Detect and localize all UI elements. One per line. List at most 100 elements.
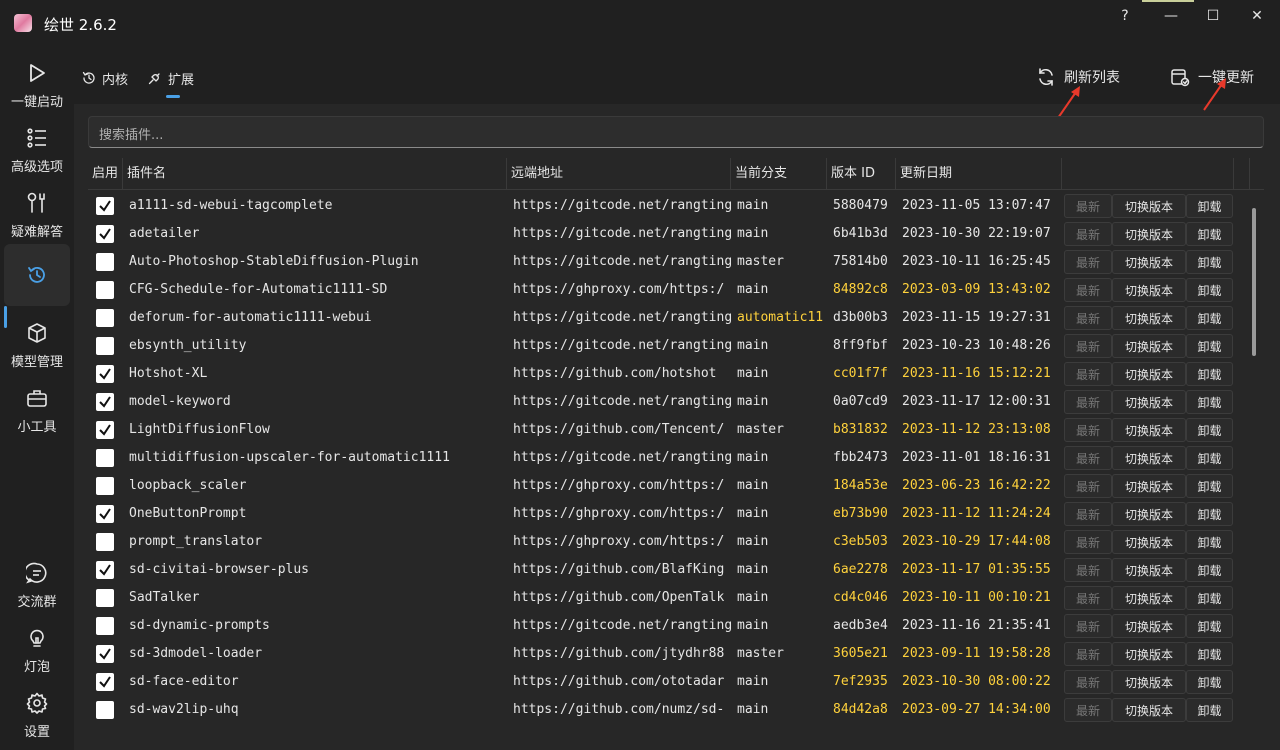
switch-version-button[interactable]: 切换版本: [1112, 502, 1186, 526]
search-input[interactable]: 搜索插件...: [88, 116, 1264, 148]
switch-version-button[interactable]: 切换版本: [1112, 670, 1186, 694]
uninstall-button[interactable]: 卸载: [1186, 698, 1233, 722]
switch-version-button[interactable]: 切换版本: [1112, 194, 1186, 218]
latest-button[interactable]: 最新: [1064, 222, 1112, 246]
sidebar-item-models[interactable]: 模型管理: [4, 314, 70, 376]
uninstall-button[interactable]: 卸载: [1186, 558, 1233, 582]
latest-button[interactable]: 最新: [1064, 670, 1112, 694]
switch-version-button[interactable]: 切换版本: [1112, 250, 1186, 274]
sidebar-item-tools[interactable]: 小工具: [4, 379, 70, 441]
enable-checkbox[interactable]: [96, 645, 114, 663]
enable-checkbox[interactable]: [96, 589, 114, 607]
enable-checkbox[interactable]: [96, 701, 114, 719]
latest-button[interactable]: 最新: [1064, 334, 1112, 358]
switch-version-button[interactable]: 切换版本: [1112, 334, 1186, 358]
enable-checkbox[interactable]: [96, 617, 114, 635]
enable-checkbox[interactable]: [96, 365, 114, 383]
uninstall-button[interactable]: 卸载: [1186, 334, 1233, 358]
switch-version-button[interactable]: 切换版本: [1112, 586, 1186, 610]
uninstall-button[interactable]: 卸载: [1186, 614, 1233, 638]
latest-button[interactable]: 最新: [1064, 614, 1112, 638]
sidebar-item-troubleshoot[interactable]: 疑难解答: [4, 184, 70, 246]
minimize-button[interactable]: —: [1148, 0, 1194, 32]
latest-button[interactable]: 最新: [1064, 502, 1112, 526]
enable-checkbox[interactable]: [96, 421, 114, 439]
close-button[interactable]: ✕: [1234, 0, 1280, 32]
sidebar-item-bulb[interactable]: 灯泡: [4, 619, 70, 681]
uninstall-button[interactable]: 卸载: [1186, 586, 1233, 610]
switch-version-button[interactable]: 切换版本: [1112, 446, 1186, 470]
switch-version-button[interactable]: 切换版本: [1112, 418, 1186, 442]
enable-checkbox[interactable]: [96, 337, 114, 355]
sidebar-item-extensions[interactable]: [4, 244, 70, 306]
header-url[interactable]: 远端地址: [507, 158, 731, 190]
uninstall-button[interactable]: 卸载: [1186, 474, 1233, 498]
enable-checkbox[interactable]: [96, 309, 114, 327]
latest-button[interactable]: 最新: [1064, 586, 1112, 610]
uninstall-button[interactable]: 卸载: [1186, 194, 1233, 218]
latest-button[interactable]: 最新: [1064, 418, 1112, 442]
uninstall-button[interactable]: 卸载: [1186, 670, 1233, 694]
latest-button[interactable]: 最新: [1064, 278, 1112, 302]
sidebar-item-settings[interactable]: 设置: [4, 684, 70, 746]
switch-version-button[interactable]: 切换版本: [1112, 642, 1186, 666]
header-date[interactable]: 更新日期: [896, 158, 1062, 190]
uninstall-button[interactable]: 卸载: [1186, 446, 1233, 470]
uninstall-button[interactable]: 卸载: [1186, 306, 1233, 330]
scrollbar[interactable]: [1252, 208, 1256, 356]
sidebar-item-label: 疑难解答: [10, 224, 63, 240]
switch-version-button[interactable]: 切换版本: [1112, 614, 1186, 638]
latest-button[interactable]: 最新: [1064, 474, 1112, 498]
latest-button[interactable]: 最新: [1064, 698, 1112, 722]
enable-checkbox[interactable]: [96, 281, 114, 299]
header-branch[interactable]: 当前分支: [731, 158, 827, 190]
uninstall-button[interactable]: 卸载: [1186, 250, 1233, 274]
uninstall-button[interactable]: 卸载: [1186, 278, 1233, 302]
latest-button[interactable]: 最新: [1064, 642, 1112, 666]
uninstall-button[interactable]: 卸载: [1186, 530, 1233, 554]
uninstall-button[interactable]: 卸载: [1186, 390, 1233, 414]
latest-button[interactable]: 最新: [1064, 390, 1112, 414]
sidebar-item-launch[interactable]: 一键启动: [4, 54, 70, 116]
switch-version-button[interactable]: 切换版本: [1112, 278, 1186, 302]
latest-button[interactable]: 最新: [1064, 530, 1112, 554]
switch-version-button[interactable]: 切换版本: [1112, 362, 1186, 386]
maximize-button[interactable]: ☐: [1190, 0, 1236, 32]
enable-checkbox[interactable]: [96, 393, 114, 411]
tab-core[interactable]: 内核: [82, 68, 128, 88]
uninstall-button[interactable]: 卸载: [1186, 502, 1233, 526]
switch-version-button[interactable]: 切换版本: [1112, 698, 1186, 722]
switch-version-button[interactable]: 切换版本: [1112, 390, 1186, 414]
tab-extensions[interactable]: 扩展: [148, 68, 194, 88]
switch-version-button[interactable]: 切换版本: [1112, 474, 1186, 498]
enable-checkbox[interactable]: [96, 197, 114, 215]
uninstall-button[interactable]: 卸载: [1186, 222, 1233, 246]
latest-button[interactable]: 最新: [1064, 446, 1112, 470]
enable-checkbox[interactable]: [96, 253, 114, 271]
enable-checkbox[interactable]: [96, 477, 114, 495]
enable-checkbox[interactable]: [96, 225, 114, 243]
switch-version-button[interactable]: 切换版本: [1112, 558, 1186, 582]
header-version[interactable]: 版本 ID: [827, 158, 896, 190]
switch-version-button[interactable]: 切换版本: [1112, 306, 1186, 330]
uninstall-button[interactable]: 卸载: [1186, 642, 1233, 666]
sidebar-item-community[interactable]: 交流群: [4, 554, 70, 616]
cell-name: a1111-sd-webui-tagcomplete: [129, 198, 333, 213]
enable-checkbox[interactable]: [96, 533, 114, 551]
latest-button[interactable]: 最新: [1064, 306, 1112, 330]
latest-button[interactable]: 最新: [1064, 250, 1112, 274]
header-name[interactable]: 插件名: [123, 158, 507, 190]
switch-version-button[interactable]: 切换版本: [1112, 222, 1186, 246]
latest-button[interactable]: 最新: [1064, 194, 1112, 218]
enable-checkbox[interactable]: [96, 561, 114, 579]
sidebar-item-advanced[interactable]: 高级选项: [4, 119, 70, 181]
uninstall-button[interactable]: 卸载: [1186, 362, 1233, 386]
latest-button[interactable]: 最新: [1064, 362, 1112, 386]
enable-checkbox[interactable]: [96, 505, 114, 523]
enable-checkbox[interactable]: [96, 673, 114, 691]
uninstall-button[interactable]: 卸载: [1186, 418, 1233, 442]
latest-button[interactable]: 最新: [1064, 558, 1112, 582]
enable-checkbox[interactable]: [96, 449, 114, 467]
switch-version-button[interactable]: 切换版本: [1112, 530, 1186, 554]
help-button[interactable]: ?: [1102, 0, 1148, 32]
